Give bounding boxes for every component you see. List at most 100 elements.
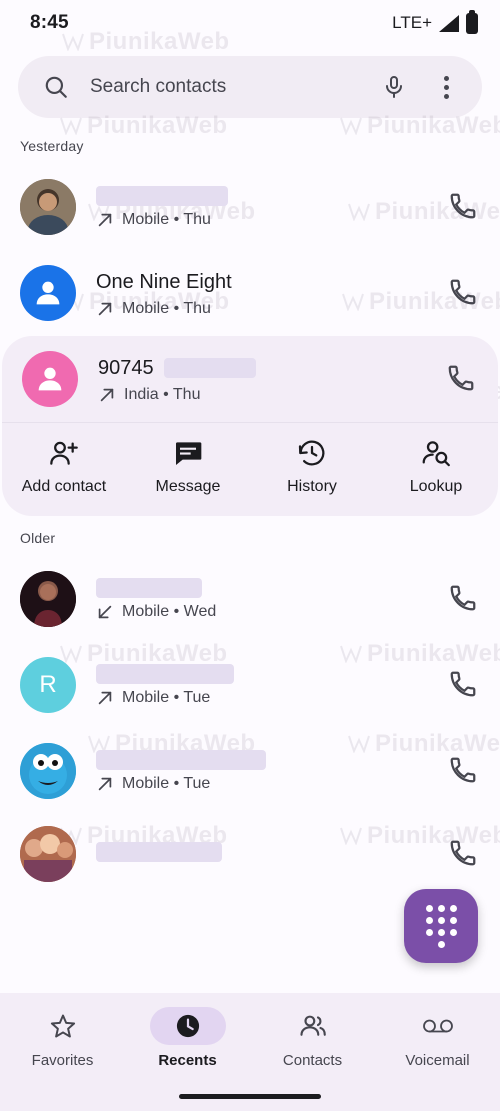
action-lookup[interactable]: Lookup (374, 437, 498, 496)
redacted-name (96, 577, 202, 598)
nav-pill (149, 1007, 226, 1045)
gesture-nav-bar (179, 1094, 321, 1099)
avatar[interactable] (20, 826, 76, 882)
call-subtitle: Mobile • Tue (96, 775, 428, 793)
call-button-icon[interactable] (448, 277, 480, 309)
nav-label: Contacts (282, 1052, 343, 1069)
microphone-icon[interactable] (376, 69, 412, 105)
status-bar: 8:45 LTE+ (0, 0, 500, 46)
call-log-row-selected[interactable]: 90745 India • Thu (2, 336, 498, 422)
person-icon (38, 367, 62, 391)
outgoing-call-icon (98, 302, 112, 315)
status-time: 8:45 (30, 12, 69, 33)
redacted-name (96, 841, 222, 862)
call-subtitle: India • Thu (98, 386, 426, 404)
action-label: Lookup (409, 478, 463, 495)
call-log-row[interactable]: R Mobile • Tue (0, 642, 500, 728)
call-log-details: Mobile • Tue (96, 749, 428, 793)
call-log-details: Mobile • Tue (96, 663, 428, 707)
call-button-icon[interactable] (448, 838, 480, 870)
nav-item-favorites[interactable]: Favorites (0, 1007, 125, 1111)
section-header-older: Older (20, 530, 56, 546)
action-label: Add contact (21, 478, 107, 495)
contact-name (96, 663, 428, 684)
call-log-row[interactable]: One Nine Eight Mobile • Thu (0, 250, 500, 336)
section-header-yesterday: Yesterday (20, 138, 84, 154)
signal-bars-icon (439, 14, 459, 32)
call-subtitle-text: Mobile • Tue (122, 774, 211, 792)
nav-label: Recents (158, 1052, 217, 1069)
search-bar-container: Search contacts (0, 46, 500, 124)
avatar-letter: R (39, 671, 57, 698)
contact-name (96, 185, 428, 206)
call-log-details: Mobile • Wed (96, 577, 428, 621)
avatar[interactable] (20, 265, 76, 321)
nav-pill (275, 1007, 351, 1045)
contact-number-prefix: 90745 (98, 356, 154, 379)
call-subtitle: Mobile • Wed (96, 603, 428, 621)
star-icon (50, 1014, 75, 1038)
action-history[interactable]: History (250, 437, 374, 496)
call-button-icon[interactable] (448, 669, 480, 701)
nav-pill (25, 1007, 101, 1045)
redacted-name (96, 185, 228, 206)
action-message[interactable]: Message (126, 437, 250, 496)
message-icon (176, 442, 202, 465)
call-button-icon[interactable] (448, 191, 480, 223)
contact-name (96, 749, 428, 770)
redacted-name (96, 749, 266, 770)
avatar[interactable] (20, 571, 76, 627)
voicemail-icon (422, 1019, 453, 1033)
network-type-label: LTE+ (392, 13, 432, 32)
call-button-icon[interactable] (446, 363, 478, 395)
avatar[interactable] (20, 743, 76, 799)
outgoing-call-icon (98, 213, 112, 226)
status-icons: LTE+ (392, 9, 478, 34)
call-subtitle-text: Mobile • Tue (122, 688, 211, 706)
person-add-icon (50, 441, 78, 465)
call-subtitle-text: Mobile • Thu (122, 299, 211, 317)
incoming-call-icon (98, 605, 112, 618)
contact-name: One Nine Eight (96, 270, 232, 293)
call-subtitle-text: Mobile • Wed (122, 602, 217, 620)
search-input[interactable]: Search contacts (90, 76, 360, 98)
call-subtitle: Mobile • Tue (96, 689, 428, 707)
expanded-call-actions: Add contact Message History Lookup (2, 422, 498, 516)
call-subtitle-text: India • Thu (124, 385, 201, 403)
person-search-icon (422, 441, 450, 467)
call-log-details: Mobile • Thu (96, 185, 428, 229)
phone-screen: PiunikaWeb PiunikaWeb PiunikaWeb Piunika… (0, 0, 500, 1111)
call-button-icon[interactable] (448, 755, 480, 787)
call-button-icon[interactable] (448, 583, 480, 615)
outgoing-call-icon (100, 388, 114, 401)
action-label: History (287, 478, 337, 495)
redacted-name (96, 663, 234, 684)
clock-icon (176, 1014, 199, 1038)
people-icon (299, 1015, 326, 1036)
avatar[interactable] (22, 351, 78, 407)
search-bar[interactable]: Search contacts (18, 56, 482, 118)
nav-label: Voicemail (405, 1052, 470, 1069)
dialpad-fab[interactable] (404, 889, 478, 963)
avatar[interactable]: R (20, 657, 76, 713)
more-options-icon[interactable] (428, 69, 464, 105)
contact-name: 90745 (98, 355, 426, 381)
call-log-row[interactable]: Mobile • Wed (0, 556, 500, 642)
person-icon (36, 281, 60, 305)
action-label: Message (155, 478, 221, 495)
call-subtitle: Mobile • Thu (96, 211, 428, 229)
call-subtitle: Mobile • Thu (96, 300, 428, 318)
call-subtitle-text: Mobile • Thu (122, 210, 211, 228)
nav-pill (400, 1007, 476, 1045)
avatar[interactable] (20, 179, 76, 235)
call-log-details (96, 841, 428, 867)
contact-name (96, 577, 428, 598)
outgoing-call-icon (98, 691, 112, 704)
recents-list: Yesterday Mobile • Thu One Nine Eight Mo… (0, 124, 500, 894)
call-log-row[interactable] (0, 814, 500, 894)
action-add-contact[interactable]: Add contact (2, 437, 126, 496)
call-log-row[interactable]: Mobile • Tue (0, 728, 500, 814)
search-icon (38, 69, 74, 105)
call-log-row[interactable]: Mobile • Thu (0, 164, 500, 250)
nav-item-voicemail[interactable]: Voicemail (375, 1007, 500, 1111)
